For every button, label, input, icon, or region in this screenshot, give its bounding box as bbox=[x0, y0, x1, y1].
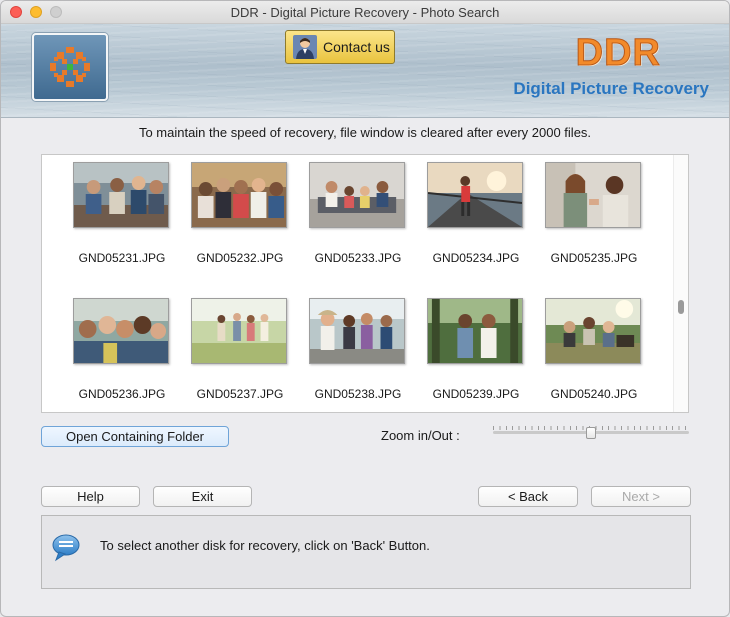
zoom-slider[interactable] bbox=[493, 426, 689, 440]
contact-us-label: Contact us bbox=[323, 39, 390, 55]
photo-selfie-group-icon bbox=[74, 299, 168, 363]
open-containing-folder-button[interactable]: Open Containing Folder bbox=[41, 426, 229, 447]
photo-thumbnail[interactable] bbox=[309, 298, 405, 364]
photo-couple-talking-icon bbox=[546, 163, 640, 227]
photo-thumbnail[interactable] bbox=[191, 298, 287, 364]
photo-group-outdoor-table-icon bbox=[74, 163, 168, 227]
file-name-label: GND05234.JPG bbox=[432, 251, 520, 265]
recovery-logo-icon bbox=[50, 47, 90, 87]
photo-walking-field-icon bbox=[192, 299, 286, 363]
file-name-label: GND05240.JPG bbox=[550, 387, 638, 401]
contact-us-button[interactable]: Contact us bbox=[285, 30, 395, 64]
header-banner: Contact us DDR Digital Picture Recovery bbox=[1, 24, 729, 118]
next-button[interactable]: Next > bbox=[591, 486, 691, 507]
app-logo bbox=[32, 33, 108, 101]
support-person-icon bbox=[293, 35, 317, 59]
hint-text: To select another disk for recovery, cli… bbox=[100, 538, 430, 553]
window-title: DDR - Digital Picture Recovery - Photo S… bbox=[230, 5, 500, 20]
brand-subtitle: Digital Picture Recovery bbox=[513, 79, 709, 98]
file-name-label: GND05236.JPG bbox=[78, 387, 166, 401]
file-name-label: GND05232.JPG bbox=[196, 251, 284, 265]
zoom-label: Zoom in/Out : bbox=[381, 428, 460, 443]
file-gallery[interactable]: GND05231.JPG GND05232.JPG GND05233.JPG G… bbox=[41, 154, 689, 413]
help-button[interactable]: Help bbox=[41, 486, 140, 507]
file-name-label: GND05239.JPG bbox=[432, 387, 520, 401]
photo-thumbnail[interactable] bbox=[545, 298, 641, 364]
file-name-label: GND05238.JPG bbox=[314, 387, 402, 401]
title-bar: DDR - Digital Picture Recovery - Photo S… bbox=[1, 1, 729, 24]
back-button[interactable]: < Back bbox=[478, 486, 578, 507]
brand-logo-text: DDR bbox=[575, 32, 661, 75]
photo-runner-bridge-icon bbox=[428, 163, 522, 227]
scrollbar-thumb[interactable] bbox=[678, 300, 684, 314]
photo-family-couch-icon bbox=[310, 163, 404, 227]
photo-friends-group-icon bbox=[192, 163, 286, 227]
photo-women-park-icon bbox=[428, 299, 522, 363]
file-name-label: GND05233.JPG bbox=[314, 251, 402, 265]
photo-thumbnail[interactable] bbox=[309, 162, 405, 228]
exit-button[interactable]: Exit bbox=[153, 486, 252, 507]
app-window: DDR - Digital Picture Recovery - Photo S… bbox=[0, 0, 730, 617]
slider-knob[interactable] bbox=[586, 427, 596, 439]
photo-friends-walking-icon bbox=[310, 299, 404, 363]
speech-bubble-icon bbox=[52, 534, 80, 562]
photo-picnic-group-icon bbox=[546, 299, 640, 363]
photo-thumbnail[interactable] bbox=[427, 298, 523, 364]
file-name-label: GND05235.JPG bbox=[550, 251, 638, 265]
photo-thumbnail[interactable] bbox=[427, 162, 523, 228]
gallery-scrollbar[interactable] bbox=[673, 155, 688, 412]
file-name-label: GND05237.JPG bbox=[196, 387, 284, 401]
photo-thumbnail[interactable] bbox=[545, 162, 641, 228]
photo-thumbnail[interactable] bbox=[73, 298, 169, 364]
hint-panel: To select another disk for recovery, cli… bbox=[41, 515, 691, 589]
photo-thumbnail[interactable] bbox=[191, 162, 287, 228]
file-name-label: GND05231.JPG bbox=[78, 251, 166, 265]
speed-notice: To maintain the speed of recovery, file … bbox=[138, 125, 592, 140]
photo-thumbnail[interactable] bbox=[73, 162, 169, 228]
